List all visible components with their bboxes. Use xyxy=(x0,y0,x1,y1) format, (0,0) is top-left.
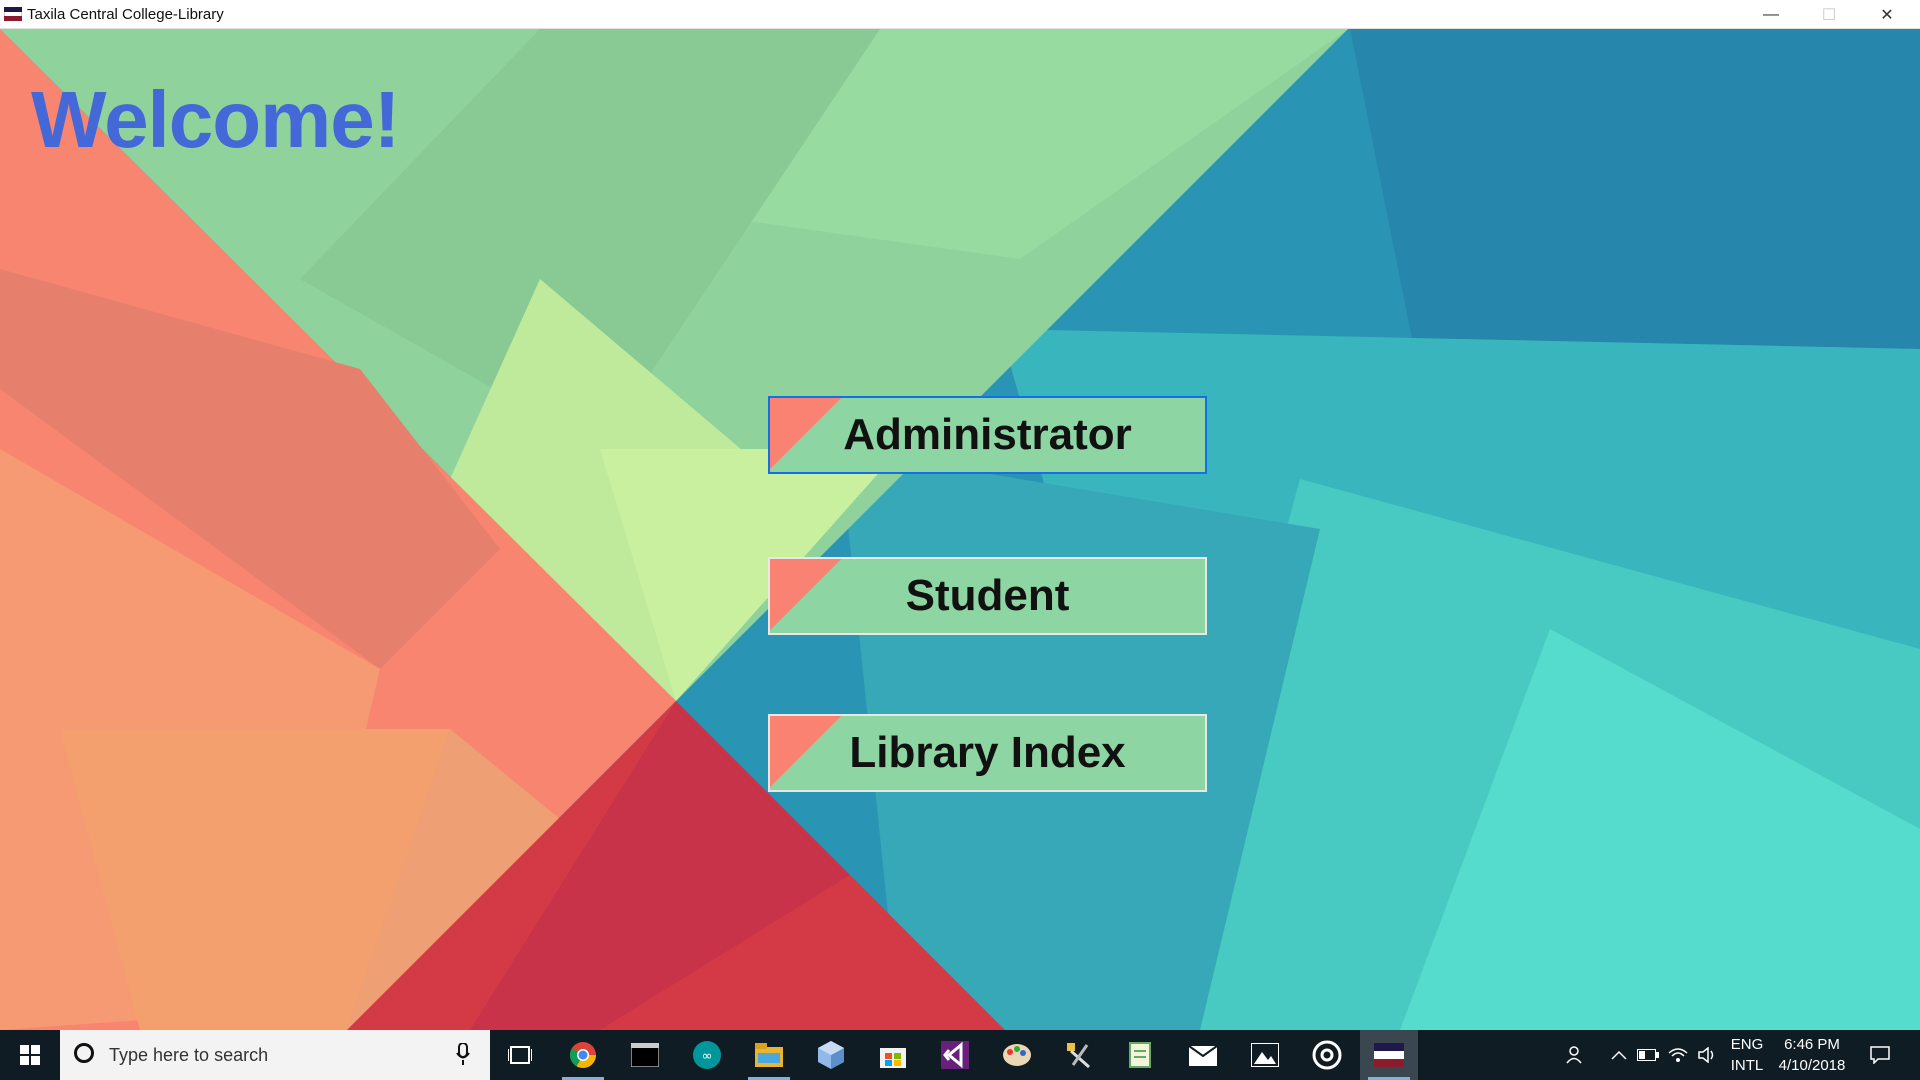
material-background xyxy=(0,29,1920,1030)
task-view-icon[interactable] xyxy=(491,1030,549,1080)
title-bar: Taxila Central College-Library — ☐ ✕ xyxy=(0,0,1920,29)
search-placeholder: Type here to search xyxy=(109,1045,269,1065)
maximize-button[interactable]: ☐ xyxy=(1800,0,1858,29)
volume-icon[interactable] xyxy=(1694,1030,1722,1080)
tools-icon[interactable] xyxy=(1050,1030,1108,1080)
people-icon[interactable] xyxy=(1560,1030,1592,1080)
keyboard-layout: INTL xyxy=(1730,1057,1764,1074)
chrome-icon[interactable] xyxy=(554,1030,612,1080)
student-button-label: Student xyxy=(905,571,1070,620)
language-indicator[interactable]: ENG INTL xyxy=(1724,1034,1770,1076)
file-explorer-icon[interactable] xyxy=(740,1030,798,1080)
clock-time: 6:46 PM xyxy=(1784,1036,1840,1053)
welcome-heading: Welcome! xyxy=(31,75,400,164)
clock[interactable]: 6:46 PM 4/10/2018 xyxy=(1772,1034,1852,1076)
cube-app-icon[interactable] xyxy=(802,1030,860,1080)
visual-studio-icon[interactable] xyxy=(926,1030,984,1080)
app-canvas: Welcome! xyxy=(0,29,1920,1030)
paint-icon[interactable] xyxy=(988,1030,1046,1080)
photos-icon[interactable] xyxy=(1236,1030,1294,1080)
library-index-button-label: Library Index xyxy=(849,728,1126,777)
store-icon[interactable] xyxy=(864,1030,922,1080)
battery-icon[interactable] xyxy=(1634,1030,1662,1080)
administrator-button[interactable]: Administrator xyxy=(768,396,1207,474)
mail-icon[interactable] xyxy=(1174,1030,1232,1080)
windows-logo-icon xyxy=(20,1045,40,1065)
administrator-button-label: Administrator xyxy=(843,410,1132,459)
arduino-icon[interactable]: ∞ xyxy=(678,1030,736,1080)
show-hidden-icons-chevron-icon[interactable] xyxy=(1604,1030,1634,1080)
taskbar: Type here to search ∞ ENG INTL 6:46 PM 4… xyxy=(0,1030,1920,1080)
library-index-button[interactable]: Library Index xyxy=(768,714,1207,792)
student-button[interactable]: Student xyxy=(768,557,1207,635)
notepad-app-icon[interactable] xyxy=(1112,1030,1170,1080)
cortana-icon[interactable] xyxy=(74,1043,94,1063)
notifications-icon[interactable] xyxy=(1860,1030,1900,1080)
terminal-icon[interactable] xyxy=(616,1030,674,1080)
taxila-app-icon[interactable] xyxy=(1360,1030,1418,1080)
wifi-icon[interactable] xyxy=(1664,1030,1692,1080)
close-button[interactable]: ✕ xyxy=(1858,0,1916,29)
media-icon[interactable] xyxy=(1298,1030,1356,1080)
microphone-icon[interactable] xyxy=(456,1043,470,1065)
taskbar-search-box[interactable]: Type here to search xyxy=(60,1030,490,1080)
svg-text:∞: ∞ xyxy=(702,1049,713,1064)
app-flag-icon xyxy=(4,7,22,21)
language-code: ENG xyxy=(1730,1036,1764,1053)
clock-date: 4/10/2018 xyxy=(1778,1057,1846,1074)
minimize-button[interactable]: — xyxy=(1742,0,1800,29)
start-button[interactable] xyxy=(0,1030,60,1080)
window-title: Taxila Central College-Library xyxy=(27,6,224,23)
